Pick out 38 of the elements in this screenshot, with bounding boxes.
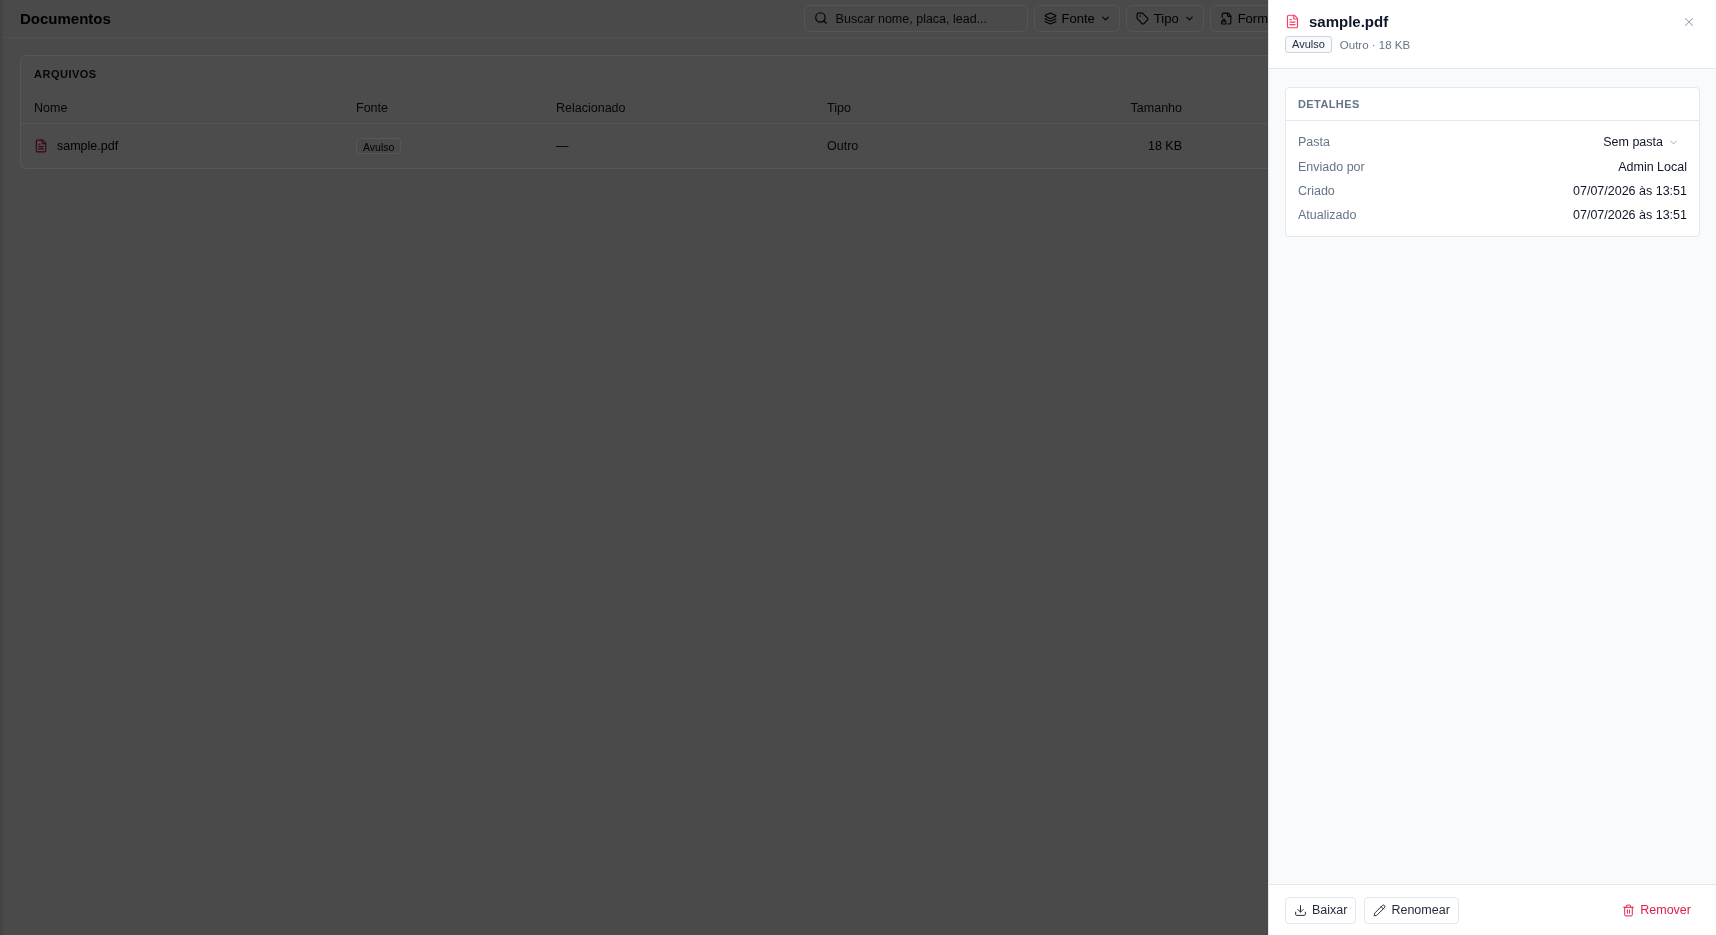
detail-label: Enviado por [1298,160,1365,174]
file-meta: Outro · 18 KB [1339,38,1411,51]
rename-button[interactable]: Renomear [1364,896,1459,924]
table-cell: 18 KB [1147,139,1182,153]
trash-icon [1622,903,1636,917]
detail-label: Atualizado [1298,208,1357,222]
card-title: DETALHES [1286,88,1699,121]
download-icon [1294,903,1307,917]
column-header: Nome [34,100,69,115]
file-icon [1285,14,1300,29]
detail-value: Admin Local [1618,160,1687,174]
column-header: Relacionado [556,100,627,115]
detail-value: 07/07/2026 às 13:51 [1573,184,1687,198]
detail-label: Pasta [1298,135,1330,149]
table-cell: Outro [827,139,859,153]
page-title: Documentos [20,10,111,27]
source-badge: Avulso [1285,36,1332,53]
folder-select[interactable]: Sem pasta [1599,130,1687,154]
card-title: ARQUIVOS [33,67,98,82]
file-icon [34,139,48,153]
layers-icon [1043,12,1057,25]
detail-value: 07/07/2026 às 13:51 [1573,208,1687,222]
chevron-down-icon [1099,13,1111,24]
download-button[interactable]: Baixar [1285,896,1357,924]
column-header: Tipo [827,100,852,115]
column-header: Tamanho [1129,100,1182,115]
detail-label: Criado [1298,184,1335,198]
drawer-title: sample.pdf [1309,13,1389,30]
chevron-down-icon [1183,13,1195,24]
file-icon [1219,12,1233,25]
file-name[interactable]: sample.pdf [57,139,119,153]
search-icon [813,11,828,25]
pencil-icon [1373,903,1387,917]
column-header: Fonte [356,100,389,115]
table-cell: — [556,139,569,153]
source-badge: Avulso [356,138,402,154]
search-field[interactable]: Buscar nome, placa, lead... [803,5,1028,32]
tag-icon [1135,12,1149,25]
